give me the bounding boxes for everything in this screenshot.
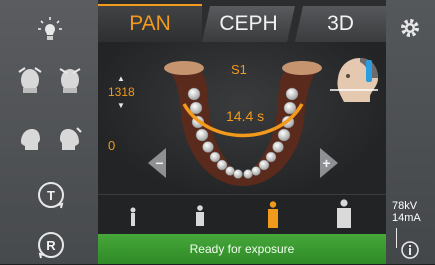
status-bar: Ready for exposure <box>98 234 386 264</box>
tab-3d[interactable]: 3D <box>295 6 386 42</box>
t-button-label: T <box>47 187 55 203</box>
patient-size-bar <box>98 194 386 235</box>
light-toggle-button[interactable] <box>33 14 67 44</box>
gear-icon <box>401 19 419 37</box>
large-adult-figure-icon[interactable] <box>336 199 352 229</box>
xray-control-screen: T R PAN CEPH 3D S1 ▲ 1318 ▼ 0 14.4 s − +… <box>0 0 435 264</box>
head-icon <box>18 67 42 93</box>
right-sidebar <box>386 0 435 264</box>
head-front-tilt-left-button[interactable] <box>14 64 46 94</box>
child-figure-icon[interactable] <box>128 207 138 227</box>
info-button[interactable] <box>400 240 420 265</box>
kv-value: 78kV <box>392 200 418 212</box>
t-button[interactable]: T <box>36 180 66 210</box>
status-text: Ready for exposure <box>189 242 295 256</box>
up-arrow-icon[interactable]: ▲ <box>117 74 125 83</box>
settings-button[interactable] <box>398 16 422 45</box>
head-side-icon <box>21 129 40 150</box>
mode-tabs: PAN CEPH 3D <box>98 0 386 42</box>
plus-icon: + <box>322 155 331 171</box>
move-left-button[interactable]: − <box>148 148 166 178</box>
head-side-right-button[interactable] <box>54 124 86 154</box>
divider <box>396 228 397 248</box>
head-side-left-button[interactable] <box>14 124 46 154</box>
exposure-time: 14.4 s <box>226 108 265 124</box>
patient-head-icon <box>330 58 378 102</box>
tab-ceph[interactable]: CEPH <box>202 6 295 42</box>
move-right-button[interactable]: + <box>320 148 338 178</box>
height-value: 1318 <box>108 85 135 99</box>
r-button-label: R <box>46 237 56 253</box>
r-button[interactable]: R <box>36 230 66 260</box>
light-bulb-icon <box>38 17 62 40</box>
medium-adult-figure-icon[interactable] <box>266 201 280 229</box>
info-icon <box>401 241 419 259</box>
offset-value: 0 <box>108 138 116 153</box>
ma-value: 14mA <box>392 212 421 224</box>
main-view: S1 ▲ 1318 ▼ 0 14.4 s − + <box>98 42 386 194</box>
exposure-params: 78kV 14mA <box>392 200 421 224</box>
small-adult-figure-icon[interactable] <box>194 205 206 227</box>
down-arrow-icon[interactable]: ▼ <box>117 101 125 110</box>
tab-pan[interactable]: PAN <box>98 4 202 42</box>
head-front-tilt-right-button[interactable] <box>54 64 86 94</box>
left-sidebar: T R <box>0 0 98 264</box>
height-stepper[interactable]: ▲ 1318 ▼ <box>108 74 135 114</box>
head-icon <box>59 68 81 93</box>
head-side-icon <box>60 127 82 150</box>
minus-icon: − <box>155 155 164 171</box>
